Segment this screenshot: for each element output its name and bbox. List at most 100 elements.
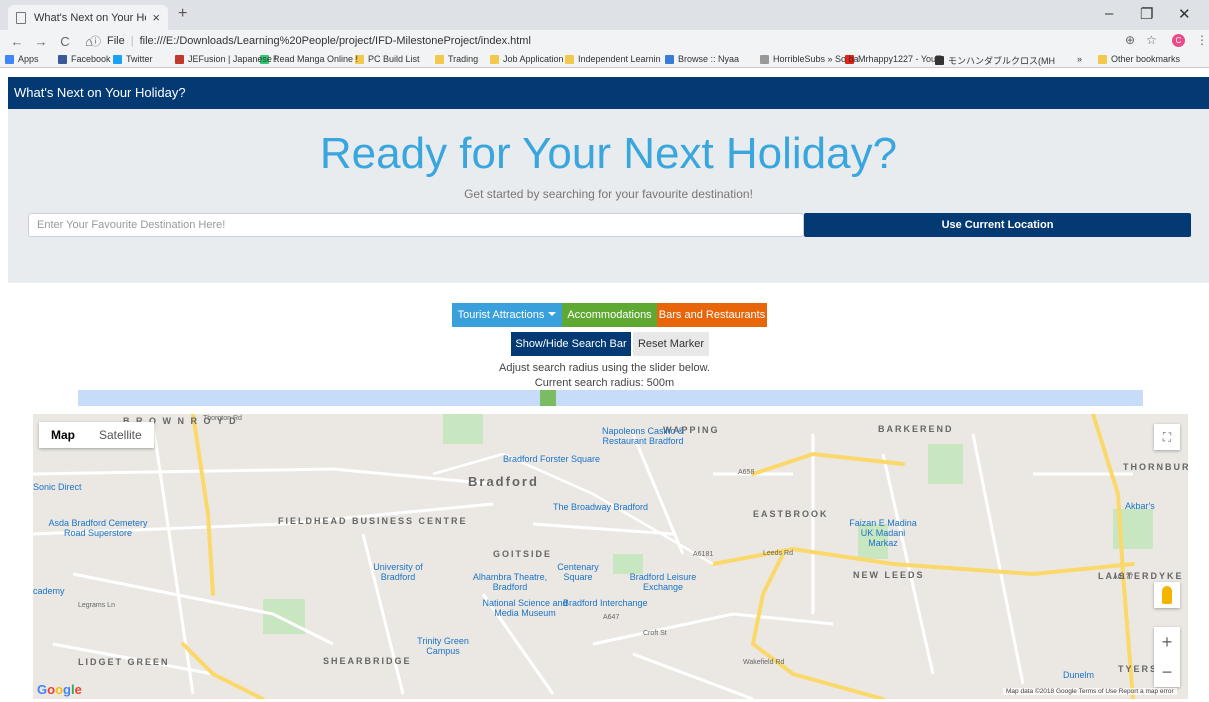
bookmark-label: Browse :: Nyaa: [678, 54, 740, 64]
destination-search-input[interactable]: [28, 213, 804, 237]
bookmark-item[interactable]: HorribleSubs » So ba: [760, 54, 859, 64]
location-icon[interactable]: ⊕: [1125, 33, 1135, 47]
url-field[interactable]: ⓘ File | file:///E:/Downloads/Learning%2…: [90, 32, 1110, 50]
close-window-button[interactable]: ✕: [1178, 5, 1191, 23]
bookmark-item[interactable]: PC Build List: [355, 54, 420, 64]
site-brand[interactable]: What's Next on Your Holiday?: [14, 85, 186, 100]
maximize-button[interactable]: ❐: [1140, 5, 1153, 23]
map-tiles: [33, 414, 1188, 699]
poi-label: Napoleons Casino & Restaurant Bradford: [601, 426, 685, 446]
tourist-attractions-dropdown[interactable]: Tourist Attractions: [452, 303, 562, 327]
caret-down-icon: [548, 312, 557, 316]
bookmark-item[interactable]: Browse :: Nyaa: [665, 54, 739, 64]
zoom-out-button[interactable]: −: [1154, 657, 1180, 687]
poi-label: Faizan E Madina UK Madani Markaz: [849, 518, 917, 548]
zoom-in-button[interactable]: +: [1154, 627, 1180, 657]
bookmark-icon: [490, 54, 499, 64]
poi-label: Alhambra Theatre, Bradford: [472, 572, 548, 592]
browser-tab-strip: What's Next on Your Holiday? × + – ❐ ✕: [0, 0, 1209, 30]
radius-slider-thumb[interactable]: [540, 390, 556, 406]
district-label: FIELDHEAD BUSINESS CENTRE: [278, 516, 468, 526]
site-navbar: What's Next on Your Holiday?: [8, 77, 1209, 109]
road-label: A6177: [1113, 574, 1134, 581]
info-icon[interactable]: ⓘ: [90, 33, 101, 49]
tab-title: What's Next on Your Holiday?: [34, 11, 146, 24]
bookmark-other[interactable]: Other bookmarks: [1098, 54, 1180, 64]
bookmark-icon: [665, 54, 674, 64]
road-label: A658: [738, 469, 755, 476]
district-label: THORNBUR: [1123, 462, 1188, 472]
map[interactable]: B R O W N R O Y D Bradford FIELDHEAD BUSIN…: [33, 414, 1188, 699]
url-separator: |: [130, 35, 134, 47]
page-icon: [16, 11, 26, 24]
bookmarks-more[interactable]: »: [1077, 54, 1082, 64]
accommodations-button[interactable]: Accommodations: [562, 303, 657, 327]
back-icon[interactable]: ←: [10, 34, 24, 49]
google-logo-letter: G: [37, 682, 48, 697]
page-subtitle: Get started by searching for your favour…: [464, 187, 753, 201]
poi-label: Trinity Green Campus: [417, 636, 469, 656]
tourist-attractions-label: Tourist Attractions: [457, 309, 545, 321]
map-type-satellite-button[interactable]: Satellite: [87, 422, 154, 448]
road-label: Leeds Rd: [763, 550, 793, 557]
poi-label: University of Bradford: [373, 562, 423, 582]
reload-icon[interactable]: C: [58, 34, 72, 49]
minimize-button[interactable]: –: [1105, 5, 1113, 22]
bookmark-icon: [5, 54, 14, 64]
district-label: SHEARBRIDGE: [323, 656, 412, 666]
bookmark-icon: [175, 54, 184, 64]
google-logo-letter: g: [63, 682, 71, 697]
road-label: Wakefield Rd: [743, 659, 785, 666]
bookmark-label: Trading: [448, 54, 479, 64]
forward-icon[interactable]: →: [34, 34, 48, 49]
avatar[interactable]: C: [1172, 34, 1185, 47]
district-label: Bradford: [468, 474, 539, 489]
bookmark-icon: [565, 54, 574, 64]
radius-slider[interactable]: [78, 390, 1143, 406]
close-icon[interactable]: ×: [152, 10, 160, 25]
radius-current: Current search radius: 500m: [534, 377, 675, 389]
district-label: NEW LEEDS: [853, 570, 925, 580]
address-bar: ← → C ⌂ ⓘ File | file:///E:/Downloads/Le…: [0, 30, 1209, 52]
road-label: A647: [603, 614, 620, 621]
url-text: file:///E:/Downloads/Learning%20People/p…: [139, 35, 531, 47]
bookmark-label: HorribleSubs » So ba: [773, 54, 859, 64]
google-logo-letter: o: [47, 682, 56, 697]
use-current-location-button[interactable]: Use Current Location: [804, 213, 1191, 237]
bookmark-label: Read Manga Online !: [273, 54, 359, 64]
poi-label: Akbar's: [1125, 501, 1155, 511]
road-label: A6181: [693, 551, 714, 558]
new-tab-button[interactable]: +: [178, 5, 187, 23]
bookmark-label: Twitter: [126, 54, 153, 64]
reset-marker-button[interactable]: Reset Marker: [633, 332, 709, 356]
bookmark-item[interactable]: JEFusion | Japanese !: [175, 54, 277, 64]
browser-tab[interactable]: What's Next on Your Holiday? ×: [8, 5, 168, 30]
bookmark-item[interactable]: Mrhappy1227 - YouT: [845, 54, 942, 64]
street-view-pegman-icon[interactable]: [1154, 582, 1180, 608]
bookmark-icon: [58, 54, 67, 64]
bookmark-item[interactable]: Twitter: [113, 54, 153, 64]
map-attribution[interactable]: Map data ©2018 Google Terms of Use Repor…: [1003, 688, 1177, 695]
google-logo[interactable]: Google: [37, 682, 82, 697]
bookmark-item[interactable]: Trading: [435, 54, 478, 64]
hero-section: Ready for Your Next Holiday? Get started…: [8, 109, 1209, 283]
bookmark-label: Apps: [18, 54, 39, 64]
bookmark-item[interactable]: モンハンダブルクロス(MH: [935, 54, 1055, 67]
menu-icon[interactable]: ⋮: [1196, 33, 1208, 47]
fullscreen-icon[interactable]: ⛶: [1154, 424, 1180, 450]
road-label: Thornton Rd: [203, 415, 242, 422]
map-type-map-button[interactable]: Map: [39, 422, 87, 448]
bookmark-item[interactable]: Job Application: [490, 54, 564, 64]
bookmark-item[interactable]: Apps: [5, 54, 39, 64]
poi-label: Centenary Square: [557, 562, 599, 582]
district-label: LAISTERDYKE: [1098, 571, 1184, 581]
star-icon[interactable]: ☆: [1146, 33, 1157, 47]
bookmark-item[interactable]: Facebook: [58, 54, 111, 64]
bookmark-item[interactable]: Independent Learnin: [565, 54, 661, 64]
bookmark-label: Mrhappy1227 - YouT: [858, 54, 942, 64]
show-hide-search-bar-button[interactable]: Show/Hide Search Bar: [511, 332, 631, 356]
bookmark-label: PC Build List: [368, 54, 420, 64]
radius-hint: Adjust search radius using the slider be…: [499, 362, 710, 374]
bars-restaurants-button[interactable]: Bars and Restaurants: [657, 303, 767, 327]
bookmark-label: モンハンダブルクロス(MH: [948, 56, 1055, 66]
